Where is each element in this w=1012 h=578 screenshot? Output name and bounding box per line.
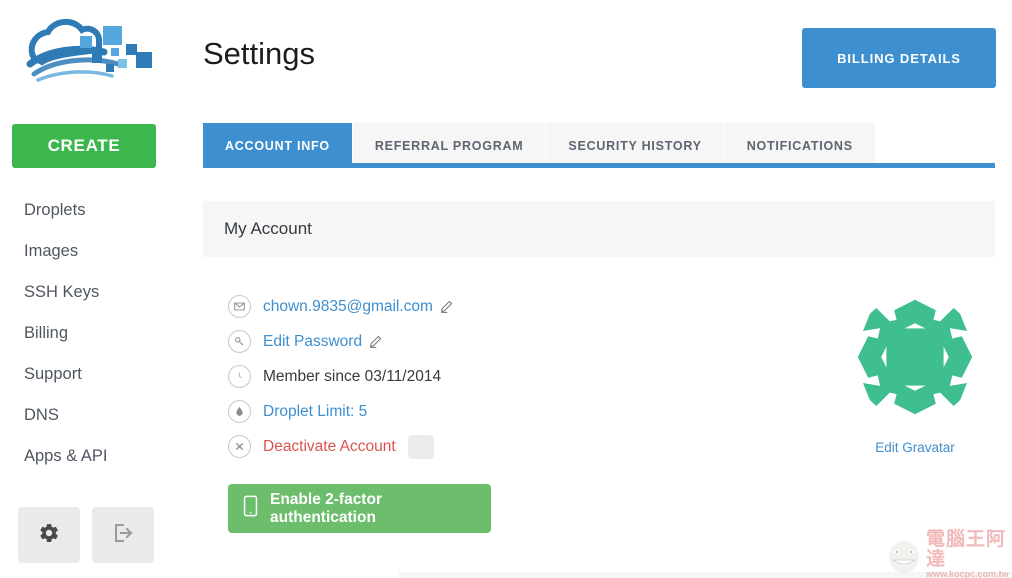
clock-icon xyxy=(228,365,251,388)
tab-security-history[interactable]: SECURITY HISTORY xyxy=(546,123,724,168)
sidebar-footer xyxy=(18,507,154,563)
account-row-deactivate: Deactivate Account xyxy=(228,429,453,464)
sidebar-item-apps-api[interactable]: Apps & API xyxy=(0,436,196,477)
billing-details-label: BILLING DETAILS xyxy=(837,50,961,66)
tab-label: SECURITY HISTORY xyxy=(568,138,702,153)
edit-email-pencil-icon[interactable] xyxy=(440,300,453,313)
page-title: Settings xyxy=(203,36,316,71)
key-icon xyxy=(228,330,251,353)
member-since-text: Member since 03/11/2014 xyxy=(263,367,442,385)
tab-label: NOTIFICATIONS xyxy=(746,138,853,153)
account-info-panel: My Account chown.9835@gmail.com Edit Pas… xyxy=(203,201,995,570)
tab-referral-program[interactable]: REFERRAL PROGRAM xyxy=(352,123,546,168)
account-row-droplet-limit: Droplet Limit: 5 xyxy=(228,394,453,429)
sidebar: CREATE Droplets Images SSH Keys Billing … xyxy=(0,0,196,578)
section-title: My Account xyxy=(224,219,312,238)
edit-gravatar-link[interactable]: Edit Gravatar xyxy=(850,440,980,455)
sidebar-item-ssh-keys[interactable]: SSH Keys xyxy=(0,272,196,313)
bottom-band xyxy=(399,572,1012,578)
account-row-password: Edit Password xyxy=(228,324,453,359)
sidebar-item-dns[interactable]: DNS xyxy=(0,395,196,436)
x-circle-icon xyxy=(228,435,251,458)
account-detail-list: chown.9835@gmail.com Edit Password Membe… xyxy=(228,289,453,464)
cloud-pixel-logo[interactable] xyxy=(14,12,164,88)
logout-icon xyxy=(111,521,135,550)
sidebar-item-label: Apps & API xyxy=(24,447,108,465)
gravatar-identicon[interactable] xyxy=(850,294,980,426)
sidebar-item-label: SSH Keys xyxy=(24,283,100,301)
tab-bar: ACCOUNT INFO REFERRAL PROGRAM SECURITY H… xyxy=(203,123,876,168)
sidebar-item-droplets[interactable]: Droplets xyxy=(0,190,196,231)
tab-account-info[interactable]: ACCOUNT INFO xyxy=(203,123,352,168)
enable-2fa-button[interactable]: Enable 2-factor authentication xyxy=(228,484,491,533)
deactivate-account-link[interactable]: Deactivate Account xyxy=(263,438,396,456)
sidebar-item-images[interactable]: Images xyxy=(0,231,196,272)
logout-button[interactable] xyxy=(92,507,154,563)
sidebar-nav: Droplets Images SSH Keys Billing Support… xyxy=(0,190,196,477)
tab-label: ACCOUNT INFO xyxy=(225,138,330,153)
tab-notifications[interactable]: NOTIFICATIONS xyxy=(724,123,875,168)
account-row-member-since: Member since 03/11/2014 xyxy=(228,359,453,394)
droplet-limit-link[interactable]: Droplet Limit: 5 xyxy=(263,403,367,421)
edit-password-pencil-icon[interactable] xyxy=(369,335,382,348)
edit-password-link[interactable]: Edit Password xyxy=(263,333,362,351)
envelope-icon xyxy=(228,295,251,318)
main-content: Settings BILLING DETAILS ACCOUNT INFO RE… xyxy=(196,0,1012,578)
gear-icon xyxy=(38,522,60,549)
mobile-phone-icon xyxy=(243,495,258,522)
sidebar-item-label: DNS xyxy=(24,406,59,424)
section-header: My Account xyxy=(203,201,995,257)
sidebar-item-label: Billing xyxy=(24,324,69,342)
account-email[interactable]: chown.9835@gmail.com xyxy=(263,298,433,316)
tab-underline xyxy=(203,163,995,168)
sidebar-item-label: Support xyxy=(24,365,82,383)
billing-details-button[interactable]: BILLING DETAILS xyxy=(802,28,996,88)
sidebar-item-label: Images xyxy=(24,242,79,260)
create-button-label: CREATE xyxy=(47,136,121,155)
sidebar-item-billing[interactable]: Billing xyxy=(0,313,196,354)
sidebar-item-support[interactable]: Support xyxy=(0,354,196,395)
settings-button[interactable] xyxy=(18,507,80,563)
create-button[interactable]: CREATE xyxy=(12,124,156,168)
tab-label: REFERRAL PROGRAM xyxy=(374,138,524,153)
sidebar-item-label: Droplets xyxy=(24,201,86,219)
deactivate-toggle[interactable] xyxy=(407,434,434,459)
droplet-icon xyxy=(228,400,251,423)
enable-2fa-label: Enable 2-factor authentication xyxy=(270,490,382,526)
account-row-email: chown.9835@gmail.com xyxy=(228,289,453,324)
gravatar-block: Edit Gravatar xyxy=(850,292,980,455)
settings-page: CREATE Droplets Images SSH Keys Billing … xyxy=(0,0,1012,578)
